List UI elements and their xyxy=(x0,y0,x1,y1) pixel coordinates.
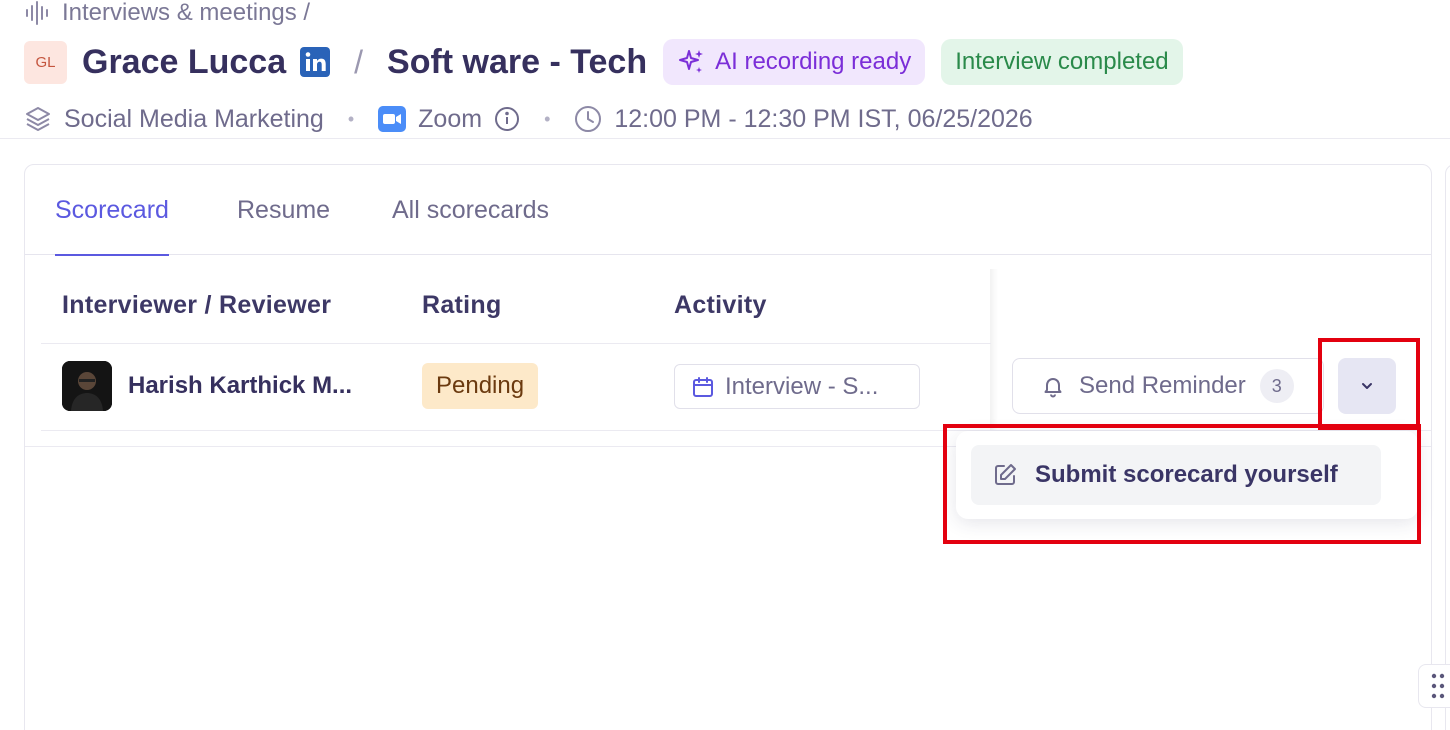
bell-icon xyxy=(1044,378,1062,398)
job-role-title: Soft ware - Tech xyxy=(387,42,648,81)
edit-icon xyxy=(995,464,1016,485)
send-reminder-label: Send Reminder xyxy=(1079,372,1246,399)
tab-resume[interactable]: Resume xyxy=(237,196,330,256)
meta-bullet: • xyxy=(347,108,355,129)
send-reminder-button[interactable]: Send Reminder 3 xyxy=(1012,358,1324,414)
audio-wave-icon xyxy=(26,1,48,25)
info-icon[interactable] xyxy=(494,106,520,132)
chevron-down-icon xyxy=(1362,383,1372,389)
tab-scorecard[interactable]: Scorecard xyxy=(55,196,169,256)
scorecard-panel: Scorecard Resume All scorecards Intervie… xyxy=(24,164,1432,730)
meeting-time: 12:00 PM - 12:30 PM IST, 06/25/2026 xyxy=(614,104,1033,133)
submit-scorecard-label: Submit scorecard yourself xyxy=(1035,461,1338,488)
layers-icon xyxy=(24,105,52,133)
candidate-avatar: GL xyxy=(24,40,67,84)
activity-label: Interview - S... xyxy=(725,372,879,400)
title-separator: / xyxy=(354,43,364,80)
ai-recording-label: AI recording ready xyxy=(715,48,912,75)
adjacent-panel-edge xyxy=(1445,164,1450,730)
reminder-count-badge: 3 xyxy=(1259,369,1294,403)
zoom-icon xyxy=(378,105,407,133)
column-header-rating: Rating xyxy=(422,291,502,319)
calendar-icon xyxy=(693,376,713,397)
ai-recording-badge[interactable]: AI recording ready xyxy=(663,39,926,85)
candidate-name: Grace Lucca xyxy=(82,42,287,81)
more-actions-dropdown-button[interactable] xyxy=(1338,358,1396,414)
column-header-activity: Activity xyxy=(674,291,767,319)
linkedin-icon[interactable] xyxy=(300,47,331,77)
activity-chip[interactable]: Interview - S... xyxy=(674,364,920,409)
status-badge: Interview completed xyxy=(941,39,1183,85)
table-header-divider xyxy=(41,343,991,344)
clock-icon xyxy=(574,105,602,133)
breadcrumb-text[interactable]: Interviews & meetings / xyxy=(62,0,310,27)
reviewer-name: Harish Karthick M... xyxy=(128,372,353,399)
grip-dots-icon xyxy=(1431,673,1445,699)
tab-bar: Scorecard Resume All scorecards xyxy=(25,165,1431,256)
meeting-meta: Social Media Marketing • Zoom • 12:00 PM xyxy=(24,100,1033,138)
avatar xyxy=(62,361,112,411)
status-badge-label: Interview completed xyxy=(955,48,1169,75)
title-row: GL Grace Lucca / Soft ware - Tech AI rec… xyxy=(24,38,1183,86)
drag-handle[interactable] xyxy=(1418,664,1450,708)
header-divider xyxy=(0,138,1450,139)
table-row-reviewer: Harish Karthick M... xyxy=(62,361,352,411)
meta-bullet: • xyxy=(544,108,551,129)
column-header-reviewer: Interviewer / Reviewer xyxy=(62,291,332,319)
platform-label: Zoom xyxy=(418,104,483,133)
sticky-column-shadow xyxy=(990,269,998,447)
sparkle-icon xyxy=(679,50,704,73)
submit-scorecard-menu-item[interactable]: Submit scorecard yourself xyxy=(971,445,1381,505)
actions-dropdown-menu: Submit scorecard yourself xyxy=(956,431,1418,519)
interview-page: Interviews & meetings / GL Grace Lucca /… xyxy=(0,0,1450,730)
breadcrumb[interactable]: Interviews & meetings / xyxy=(24,0,310,26)
tab-all-scorecards[interactable]: All scorecards xyxy=(392,196,549,256)
department-label: Social Media Marketing xyxy=(64,104,324,133)
rating-status-badge: Pending xyxy=(422,363,539,409)
